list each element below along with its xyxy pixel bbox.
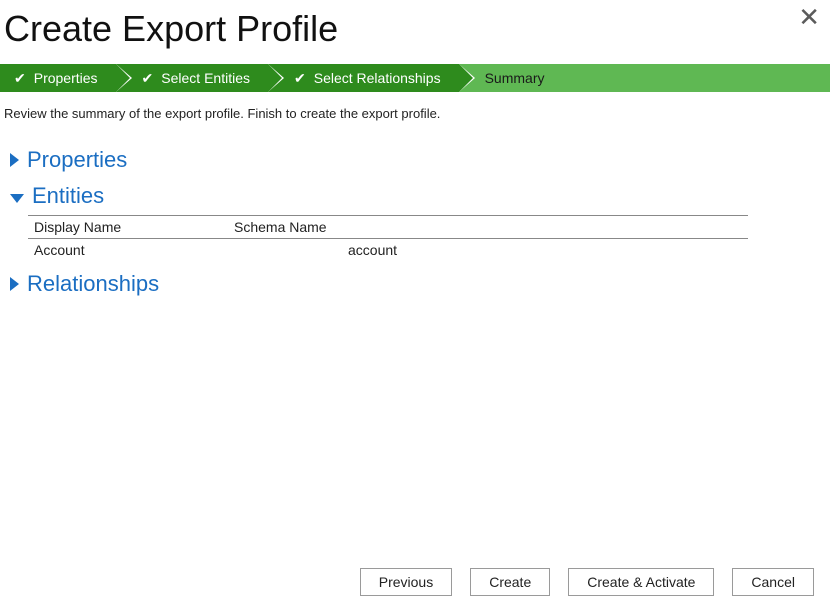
check-icon: ✔	[142, 70, 154, 87]
close-icon[interactable]: ✕	[798, 4, 820, 30]
cell-schema-name: account	[228, 239, 748, 262]
cell-display-name: Account	[28, 239, 228, 262]
column-header-schema-name: Schema Name	[228, 216, 748, 239]
chevron-down-icon	[10, 194, 24, 203]
section-header-entities[interactable]: Entities	[10, 183, 820, 209]
section-title: Properties	[27, 147, 127, 173]
wizard-step-label: Select Entities	[161, 70, 250, 86]
wizard-step-properties[interactable]: ✔ Properties	[0, 64, 116, 92]
section-header-properties[interactable]: Properties	[10, 147, 820, 173]
section-title: Entities	[32, 183, 104, 209]
chevron-right-icon	[10, 153, 19, 167]
check-icon: ✔	[294, 70, 306, 87]
wizard-step-summary[interactable]: ✔ Summary	[459, 64, 830, 92]
column-header-display-name: Display Name	[28, 216, 228, 239]
chevron-right-icon	[10, 277, 19, 291]
section-title: Relationships	[27, 271, 159, 297]
wizard-step-label: Summary	[485, 70, 545, 86]
section-header-relationships[interactable]: Relationships	[10, 271, 820, 297]
check-icon: ✔	[14, 70, 26, 87]
table-row: Account account	[28, 239, 748, 262]
wizard-step-select-entities[interactable]: ✔ Select Entities	[116, 64, 268, 92]
previous-button[interactable]: Previous	[360, 568, 452, 596]
create-activate-button[interactable]: Create & Activate	[568, 568, 714, 596]
page-title: Create Export Profile	[0, 0, 830, 64]
table-header-row: Display Name Schema Name	[28, 216, 748, 239]
wizard-step-label: Select Relationships	[314, 70, 441, 86]
summary-sections: Properties Entities Display Name Schema …	[0, 131, 830, 297]
create-button[interactable]: Create	[470, 568, 550, 596]
entities-table: Display Name Schema Name Account account	[28, 215, 748, 261]
wizard-step-label: Properties	[34, 70, 98, 86]
cancel-button[interactable]: Cancel	[732, 568, 814, 596]
wizard-bar: ✔ Properties ✔ Select Entities ✔ Select …	[0, 64, 830, 92]
instructions-text: Review the summary of the export profile…	[0, 92, 830, 131]
wizard-step-select-relationships[interactable]: ✔ Select Relationships	[268, 64, 459, 92]
button-bar: Previous Create Create & Activate Cancel	[360, 568, 814, 596]
